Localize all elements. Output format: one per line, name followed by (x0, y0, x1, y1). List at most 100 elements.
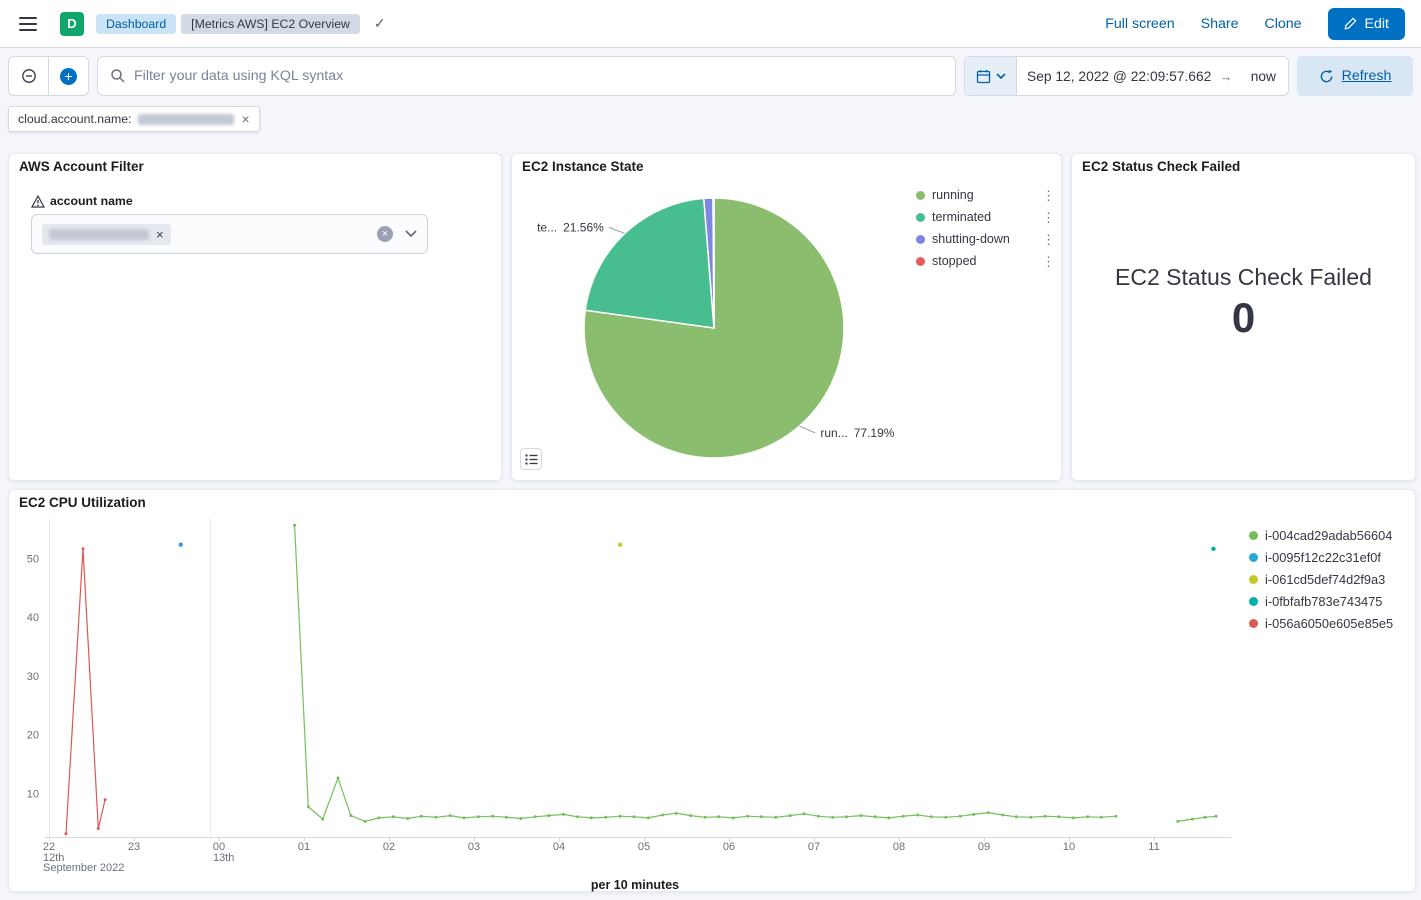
cpu-point-i-004cad29adab56604[interactable] (377, 816, 380, 819)
cpu-line-i-056a6050e605e85e5[interactable] (66, 549, 105, 834)
cpu-point-i-004cad29adab56604[interactable] (590, 816, 593, 819)
legend-toggle-button[interactable] (520, 448, 542, 470)
menu-button[interactable] (8, 0, 48, 48)
cpu-utilization-line-chart[interactable]: 10203040502212thSeptember 2022230013th01… (9, 490, 1417, 893)
cpu-point-i-004cad29adab56604[interactable] (364, 820, 367, 823)
cpu-point-i-0fbfafb783e743475[interactable] (1211, 547, 1215, 551)
cpu-point-i-004cad29adab56604[interactable] (1204, 816, 1207, 819)
legend-item-actions-icon[interactable]: ⋮ (1039, 211, 1058, 224)
cpu-point-i-056a6050e605e85e5[interactable] (104, 798, 107, 801)
cpu-point-i-004cad29adab56604[interactable] (547, 814, 550, 817)
legend-item-stopped[interactable]: stopped⋮ (916, 250, 1058, 272)
cpu-point-i-004cad29adab56604[interactable] (972, 813, 975, 816)
cpu-point-i-004cad29adab56604[interactable] (519, 817, 522, 820)
cpu-point-i-004cad29adab56604[interactable] (434, 816, 437, 819)
cpu-point-i-004cad29adab56604[interactable] (916, 814, 919, 817)
edit-button[interactable]: Edit (1328, 8, 1405, 40)
refresh-button[interactable]: Refresh (1297, 56, 1413, 96)
cpu-point-i-004cad29adab56604[interactable] (1086, 815, 1089, 818)
cpu-point-i-004cad29adab56604[interactable] (845, 815, 848, 818)
cpu-point-i-004cad29adab56604[interactable] (420, 815, 423, 818)
panel-title[interactable]: EC2 Instance State (522, 159, 644, 174)
legend-item-actions-icon[interactable]: ⋮ (1039, 233, 1058, 246)
breadcrumb-dashboard[interactable]: Dashboard (96, 14, 176, 34)
kql-search-input[interactable] (134, 68, 943, 84)
legend-item-i-0fbfafb783e743475[interactable]: i-0fbfafb783e743475 (1249, 590, 1393, 612)
cpu-point-i-004cad29adab56604[interactable] (959, 815, 962, 818)
cpu-point-i-004cad29adab56604[interactable] (774, 816, 777, 819)
cpu-point-i-004cad29adab56604[interactable] (1100, 816, 1103, 819)
cpu-point-i-004cad29adab56604[interactable] (534, 815, 537, 818)
cpu-point-i-061cd5def74d2f9a3[interactable] (618, 543, 622, 547)
cpu-point-i-004cad29adab56604[interactable] (704, 816, 707, 819)
cpu-point-i-004cad29adab56604[interactable] (1029, 816, 1032, 819)
saved-query-button[interactable] (8, 56, 49, 96)
cpu-point-i-004cad29adab56604[interactable] (632, 815, 635, 818)
cpu-point-i-004cad29adab56604[interactable] (307, 805, 310, 808)
cpu-point-i-004cad29adab56604[interactable] (817, 815, 820, 818)
cpu-point-i-004cad29adab56604[interactable] (887, 816, 890, 819)
cpu-point-i-004cad29adab56604[interactable] (349, 814, 352, 817)
cpu-point-i-004cad29adab56604[interactable] (1015, 815, 1018, 818)
cpu-point-i-004cad29adab56604[interactable] (930, 815, 933, 818)
cpu-line-i-004cad29adab56604[interactable] (295, 525, 1116, 821)
selected-account-tag[interactable]: × (42, 224, 171, 245)
cpu-point-i-004cad29adab56604[interactable] (619, 815, 622, 818)
cpu-point-i-004cad29adab56604[interactable] (859, 814, 862, 817)
add-filter-button[interactable]: + (48, 56, 89, 96)
cpu-point-i-004cad29adab56604[interactable] (562, 813, 565, 816)
cpu-point-i-004cad29adab56604[interactable] (1044, 815, 1047, 818)
share-link[interactable]: Share (1201, 16, 1239, 32)
clone-link[interactable]: Clone (1264, 16, 1301, 32)
cpu-point-i-004cad29adab56604[interactable] (874, 815, 877, 818)
legend-item-actions-icon[interactable]: ⋮ (1039, 189, 1058, 202)
cpu-point-i-004cad29adab56604[interactable] (746, 815, 749, 818)
cpu-point-i-004cad29adab56604[interactable] (406, 817, 409, 820)
cpu-point-i-004cad29adab56604[interactable] (1176, 820, 1179, 823)
panel-title[interactable]: EC2 CPU Utilization (19, 495, 146, 510)
cpu-point-i-004cad29adab56604[interactable] (1001, 814, 1004, 817)
cpu-point-i-004cad29adab56604[interactable] (505, 816, 508, 819)
cpu-point-i-004cad29adab56604[interactable] (732, 816, 735, 819)
legend-item-shutting-down[interactable]: shutting-down⋮ (916, 228, 1058, 250)
cpu-point-i-004cad29adab56604[interactable] (1114, 815, 1117, 818)
chevron-down-icon[interactable] (405, 230, 417, 238)
pie-slice-terminated[interactable] (585, 198, 714, 328)
cpu-point-i-004cad29adab56604[interactable] (689, 814, 692, 817)
cpu-point-i-004cad29adab56604[interactable] (337, 777, 340, 780)
cpu-point-i-004cad29adab56604[interactable] (449, 814, 452, 817)
panel-title[interactable]: EC2 Status Check Failed (1082, 159, 1240, 174)
cpu-point-i-004cad29adab56604[interactable] (491, 815, 494, 818)
cpu-point-i-004cad29adab56604[interactable] (477, 815, 480, 818)
date-range-start[interactable]: Sep 12, 2022 @ 22:09:57.662 (1017, 69, 1219, 84)
filter-pill-cloud-account-name[interactable]: cloud.account.name: × (8, 106, 260, 132)
cpu-point-i-004cad29adab56604[interactable] (944, 816, 947, 819)
cpu-point-i-004cad29adab56604[interactable] (1057, 815, 1060, 818)
cpu-point-i-056a6050e605e85e5[interactable] (97, 827, 100, 830)
legend-item-running[interactable]: running⋮ (916, 184, 1058, 206)
cpu-point-i-004cad29adab56604[interactable] (321, 818, 324, 821)
cpu-point-i-004cad29adab56604[interactable] (789, 814, 792, 817)
cpu-point-i-004cad29adab56604[interactable] (802, 812, 805, 815)
legend-item-i-004cad29adab56604[interactable]: i-004cad29adab56604 (1249, 524, 1393, 546)
clear-selection-icon[interactable]: × (377, 226, 393, 242)
cpu-point-i-0095f12c22c31ef0f[interactable] (179, 543, 183, 547)
kql-search-box[interactable] (97, 56, 956, 96)
cpu-point-i-004cad29adab56604[interactable] (831, 816, 834, 819)
space-avatar[interactable]: D (60, 12, 84, 36)
cpu-point-i-004cad29adab56604[interactable] (647, 816, 650, 819)
cpu-point-i-004cad29adab56604[interactable] (1215, 815, 1218, 818)
cpu-point-i-004cad29adab56604[interactable] (987, 811, 990, 814)
cpu-point-i-004cad29adab56604[interactable] (576, 815, 579, 818)
cpu-point-i-004cad29adab56604[interactable] (675, 812, 678, 815)
cpu-line-i-004cad29adab56604[interactable] (1178, 816, 1216, 821)
cpu-point-i-004cad29adab56604[interactable] (760, 815, 763, 818)
legend-item-terminated[interactable]: terminated⋮ (916, 206, 1058, 228)
pie-slice-stopped[interactable] (713, 198, 714, 328)
cpu-point-i-004cad29adab56604[interactable] (902, 815, 905, 818)
panel-title[interactable]: AWS Account Filter (19, 159, 144, 174)
cpu-point-i-004cad29adab56604[interactable] (717, 815, 720, 818)
cpu-point-i-004cad29adab56604[interactable] (392, 815, 395, 818)
cpu-point-i-056a6050e605e85e5[interactable] (82, 547, 85, 550)
legend-item-i-056a6050e605e85e5[interactable]: i-056a6050e605e85e5 (1249, 612, 1393, 634)
